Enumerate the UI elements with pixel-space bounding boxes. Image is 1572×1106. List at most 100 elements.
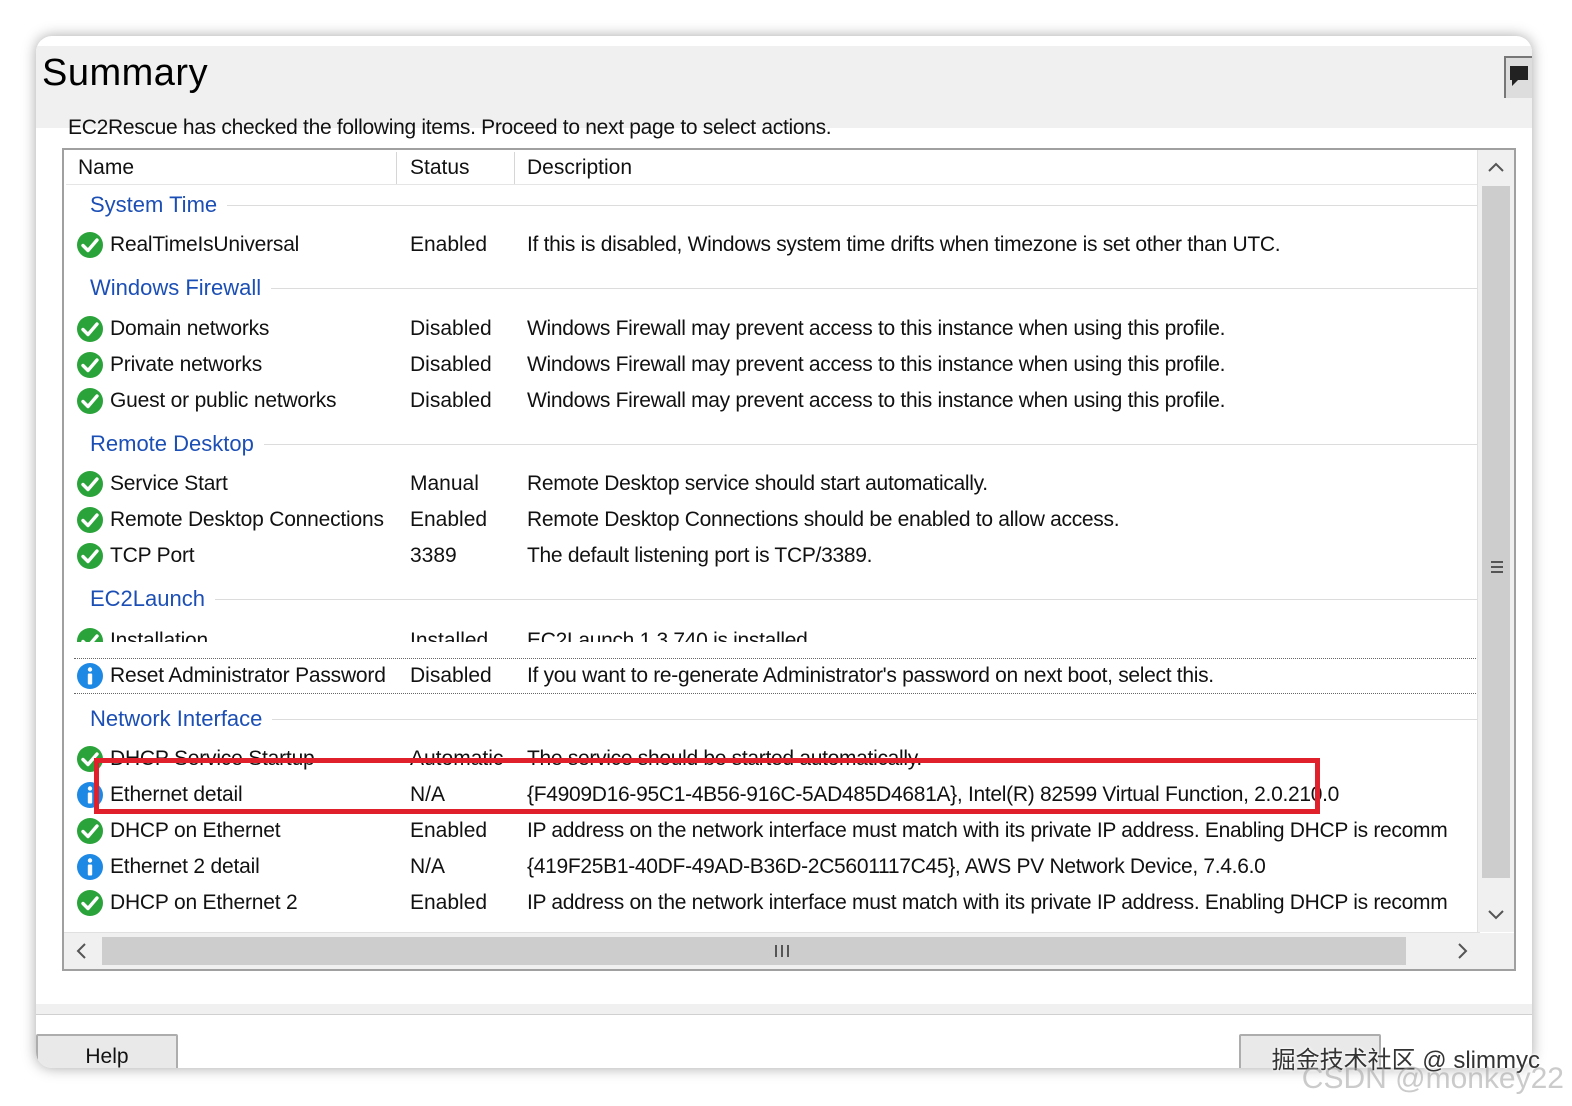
list-item[interactable]: Installation Installed EC2Launch 1.3.740… [74,624,1480,642]
item-description: Remote Desktop service should start auto… [527,472,988,495]
item-name: Remote Desktop Connections [110,508,384,531]
list-item[interactable]: TCP Port 3389 The default listening port… [74,539,1480,573]
header-divider [66,184,1480,185]
check-circle-icon [77,890,103,916]
item-status: N/A [410,855,446,878]
group-header-remote-desktop[interactable]: Remote Desktop [90,429,1480,459]
scrollbar-corner [1478,933,1514,969]
item-name: Installation [110,629,208,642]
chevron-up-icon [1488,162,1504,172]
item-status: Installed [410,629,489,642]
item-description: EC2Launch 1.3.740 is installed. [527,629,814,642]
list-item[interactable]: Remote Desktop Connections Enabled Remot… [74,503,1480,537]
item-name: Ethernet 2 detail [110,855,260,878]
group-label: EC2Launch [90,586,205,611]
item-description: If this is disabled, Windows system time… [527,233,1281,256]
item-name: Reset Administrator Password [110,664,386,687]
list-item[interactable]: DHCP on Ethernet Enabled IP address on t… [74,814,1480,848]
check-circle-icon [77,232,103,258]
column-header-description[interactable]: Description [527,150,632,186]
info-circle-icon [77,663,103,689]
check-circle-icon [77,628,103,642]
item-description: Windows Firewall may prevent access to t… [527,389,1226,412]
item-description: IP address on the network interface must… [527,819,1448,842]
check-circle-icon [77,388,103,414]
item-description: Windows Firewall may prevent access to t… [527,353,1226,376]
scroll-right-button[interactable] [1444,933,1480,969]
item-status: Disabled [410,664,492,687]
column-divider[interactable] [396,152,397,184]
column-divider[interactable] [514,152,515,184]
check-circle-icon [77,543,103,569]
group-divider [263,443,1480,445]
check-circle-icon [77,471,103,497]
help-button[interactable]: Help [36,1034,178,1068]
vertical-scrollbar[interactable] [1477,150,1514,932]
group-header-network-interface[interactable]: Network Interface [90,704,1480,734]
vertical-scroll-thumb[interactable] [1482,186,1510,878]
list-item[interactable]: Guest or public networks Disabled Window… [74,384,1480,418]
group-header-system-time[interactable]: System Time [90,190,1480,220]
group-label: Windows Firewall [90,275,262,300]
group-label: Remote Desktop [90,431,254,456]
item-description: The default listening port is TCP/3389. [527,544,873,567]
chevron-down-icon [1488,910,1504,920]
item-description: Windows Firewall may prevent access to t… [527,317,1226,340]
check-circle-icon [77,352,103,378]
summary-list[interactable]: Name Status Description System Time Real… [62,148,1516,971]
intro-text: EC2Rescue has checked the following item… [68,116,832,139]
item-status: Disabled [410,389,492,412]
item-status: 3389 [410,544,457,567]
scroll-left-button[interactable] [64,933,100,969]
item-description: If you want to re-generate Administrator… [527,664,1214,687]
group-label: System Time [90,192,218,217]
item-status: Enabled [410,233,488,256]
info-circle-icon [77,854,103,880]
item-name: DHCP on Ethernet 2 [110,891,298,914]
item-status: Enabled [410,508,488,531]
item-name: TCP Port [110,544,195,567]
list-item[interactable]: RealTimeIsUniversal Enabled If this is d… [74,228,1480,262]
group-label: Network Interface [90,706,263,731]
group-header-ec2launch[interactable]: EC2Launch [90,584,1480,614]
item-description: Remote Desktop Connections should be ena… [527,508,1120,531]
footer-divider [36,1004,1532,1015]
group-divider [271,287,1480,289]
list-item-selected[interactable]: Reset Administrator Password Disabled If… [74,658,1480,694]
group-divider [227,204,1480,206]
list-item[interactable]: Service Start Manual Remote Desktop serv… [74,467,1480,501]
group-divider [214,598,1480,600]
watermark-text: CSDN @monkey22 [1301,1062,1564,1095]
list-item[interactable]: Domain networks Disabled Windows Firewal… [74,312,1480,346]
item-name: Guest or public networks [110,389,337,412]
item-name: RealTimeIsUniversal [110,233,300,256]
horizontal-scroll-thumb[interactable] [102,937,1406,965]
item-status: Enabled [410,891,488,914]
chevron-right-icon [1458,943,1468,959]
check-circle-icon [77,818,103,844]
scroll-down-button[interactable] [1478,896,1514,932]
chevron-left-icon [76,943,86,959]
page-title: Summary [42,52,209,94]
feedback-icon[interactable] [1504,56,1532,98]
item-name: Private networks [110,353,263,376]
check-circle-icon [77,316,103,342]
horizontal-scrollbar[interactable] [64,932,1480,969]
group-divider [272,718,1480,720]
group-header-windows-firewall[interactable]: Windows Firewall [90,273,1480,303]
item-name: Domain networks [110,317,270,340]
list-item[interactable]: Ethernet 2 detail N/A {419F25B1-40DF-49A… [74,850,1480,884]
check-circle-icon [77,507,103,533]
item-name: Service Start [110,472,228,495]
ec2rescue-window: Summary EC2Rescue has checked the follow… [36,36,1532,1068]
list-item[interactable]: Private networks Disabled Windows Firewa… [74,348,1480,382]
column-header-status[interactable]: Status [410,150,470,186]
item-status: Enabled [410,819,488,842]
scroll-up-button[interactable] [1478,150,1514,186]
list-item[interactable]: DHCP on Ethernet 2 Enabled IP address on… [74,886,1480,920]
column-header-name[interactable]: Name [78,150,134,186]
item-status: Disabled [410,317,492,340]
item-name: DHCP on Ethernet [110,819,281,842]
highlight-box [94,758,1320,814]
item-status: Manual [410,472,479,495]
